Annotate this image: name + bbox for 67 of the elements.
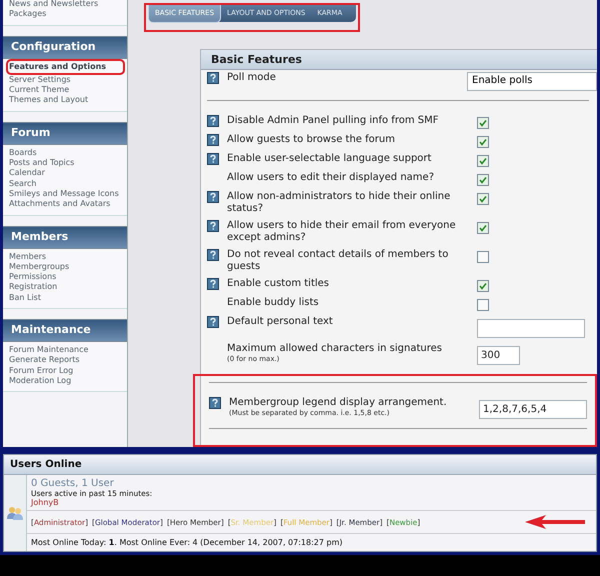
help-icon[interactable] bbox=[207, 316, 219, 328]
sidebar-section-header: Maintenance bbox=[3, 319, 127, 342]
sidebar-link[interactable]: Search bbox=[9, 178, 122, 189]
setting-label: Allow users to edit their displayed name? bbox=[227, 172, 434, 184]
sidebar-link[interactable]: Posts and Topics bbox=[9, 158, 122, 168]
sidebar-link[interactable]: News and Newsletters bbox=[9, 0, 122, 10]
checkbox[interactable] bbox=[477, 136, 489, 148]
checkbox[interactable] bbox=[477, 155, 489, 167]
sidebar-link[interactable]: Packages bbox=[9, 9, 122, 20]
help-icon[interactable] bbox=[207, 115, 219, 127]
setting-label: Maximum allowed characters in signatures bbox=[227, 343, 442, 355]
online-stats: Most Online Today: 1. Most Online Ever: 4 (December 14, 2007, 07:18:27 pm) bbox=[30, 537, 344, 549]
help-icon[interactable] bbox=[207, 153, 219, 165]
checkbox[interactable] bbox=[477, 299, 489, 311]
input-field[interactable] bbox=[477, 319, 585, 338]
poll-mode-dropdown[interactable]: Enable polls bbox=[467, 72, 597, 91]
help-icon[interactable] bbox=[207, 220, 219, 232]
help-icon[interactable] bbox=[209, 397, 221, 409]
sidebar-link[interactable]: Current Theme bbox=[9, 85, 122, 96]
sidebar-section-header: Configuration bbox=[3, 36, 127, 59]
sidebar-link[interactable]: Members bbox=[9, 252, 122, 262]
checkbox[interactable] bbox=[477, 117, 489, 129]
sidebar-link[interactable]: Permissions bbox=[9, 272, 122, 282]
sidebar-link[interactable]: Boards bbox=[9, 148, 122, 158]
setting-label: Membergroup legend display arrangement. bbox=[229, 397, 447, 409]
setting-label: Default personal text bbox=[227, 316, 333, 328]
panel-title: Users Online bbox=[4, 455, 596, 475]
sidebar-link[interactable]: Registration bbox=[9, 282, 122, 293]
checkbox[interactable] bbox=[477, 174, 489, 186]
sidebar-section-header: Forum bbox=[3, 122, 127, 145]
help-icon[interactable] bbox=[207, 134, 219, 146]
checkbox[interactable] bbox=[477, 193, 489, 205]
setting-label: Enable user-selectable language support bbox=[227, 153, 432, 165]
sidebar-section-header: Members bbox=[3, 226, 127, 249]
setting-label: Allow users to hide their email from everyone except admins? bbox=[227, 220, 457, 244]
checkbox[interactable] bbox=[477, 280, 489, 292]
input-field[interactable]: 1,2,8,7,6,5,4 bbox=[479, 400, 587, 419]
setting-label: Poll mode bbox=[227, 72, 276, 84]
online-count: 0 Guests, 1 User bbox=[31, 478, 115, 489]
sidebar-link[interactable]: Calendar bbox=[9, 168, 122, 179]
help-icon[interactable] bbox=[207, 72, 219, 84]
setting-label: Do not reveal contact details of members to guests bbox=[227, 249, 450, 273]
sidebar-link[interactable]: Forum Maintenance bbox=[9, 345, 122, 356]
setting-label: Allow non-administrators to hide their online status? bbox=[227, 191, 452, 215]
sidebar-link[interactable]: Generate Reports bbox=[9, 355, 122, 366]
setting-label: Enable buddy lists bbox=[227, 297, 319, 309]
sidebar-link[interactable]: Ban List bbox=[9, 292, 122, 304]
help-icon[interactable] bbox=[207, 249, 219, 261]
help-icon[interactable] bbox=[207, 191, 219, 203]
checkbox[interactable] bbox=[477, 222, 489, 234]
sidebar-link[interactable]: Themes and Layout bbox=[9, 95, 122, 106]
sidebar-link[interactable]: Moderation Log bbox=[9, 376, 122, 386]
sidebar-link[interactable]: Membergroups bbox=[9, 262, 122, 272]
panel-title: Basic Features bbox=[201, 50, 597, 70]
user-link[interactable]: JohnyB bbox=[31, 498, 592, 507]
help-icon[interactable] bbox=[207, 278, 219, 290]
checkbox[interactable] bbox=[477, 251, 489, 263]
setting-label: Disable Admin Panel pulling info from SMF bbox=[227, 115, 438, 127]
sidebar-link[interactable]: Smileys and Message Icons bbox=[9, 188, 122, 200]
sidebar-link[interactable]: Forum Error Log bbox=[9, 366, 122, 376]
input-field[interactable]: 300 bbox=[477, 346, 520, 365]
sidebar-link[interactable]: Features and Options bbox=[9, 62, 122, 72]
sidebar-link[interactable]: Server Settings bbox=[9, 74, 122, 86]
users-icon bbox=[7, 506, 23, 520]
sidebar-link[interactable]: Attachments and Avatars bbox=[9, 199, 122, 210]
setting-label: Enable custom titles bbox=[227, 278, 330, 290]
setting-label: Allow guests to browse the forum bbox=[227, 134, 395, 146]
